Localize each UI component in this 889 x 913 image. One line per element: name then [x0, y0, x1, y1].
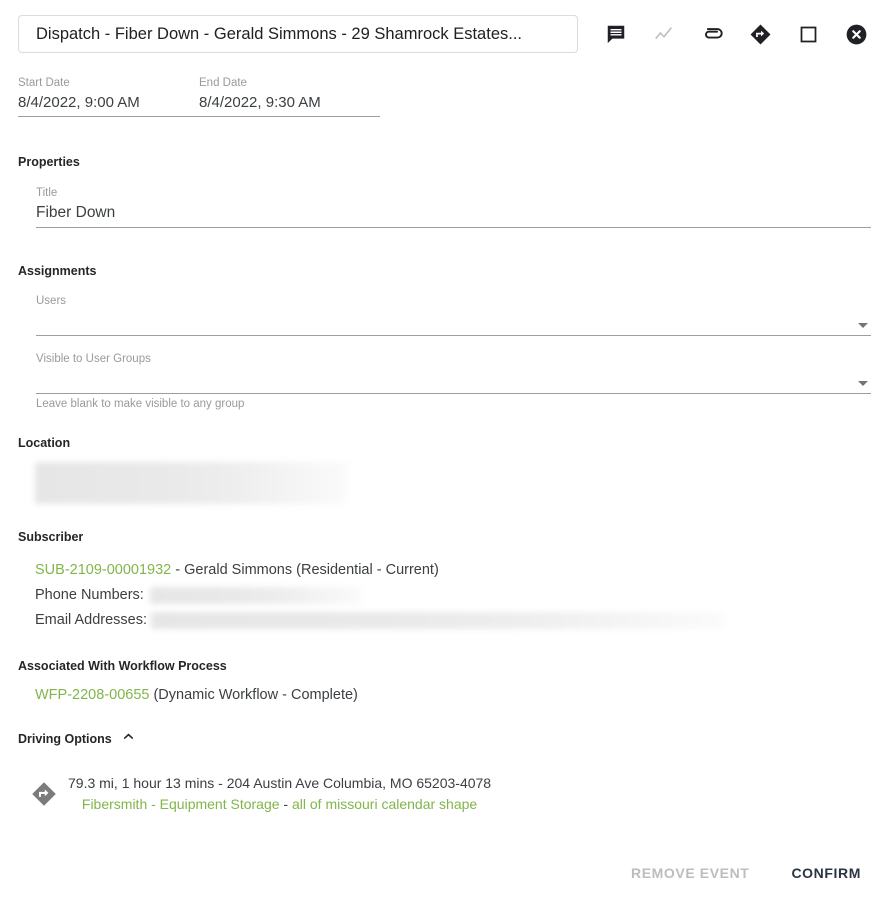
workflow-id-link[interactable]: WFP-2208-00655: [35, 687, 149, 703]
close-icon-button[interactable]: [832, 14, 880, 54]
chevron-down-icon[interactable]: [858, 381, 868, 386]
header-action-bar: [592, 14, 880, 54]
subscriber-heading: Subscriber: [18, 530, 84, 544]
turn-right-diamond-icon: [28, 780, 60, 808]
driving-options-heading: Driving Options: [18, 732, 112, 746]
users-select[interactable]: Users: [36, 294, 871, 336]
route-origin-link[interactable]: Fibersmith - Equipment Storage: [82, 796, 280, 812]
event-title-input[interactable]: Dispatch - Fiber Down - Gerald Simmons -…: [18, 15, 578, 53]
route-shape-link[interactable]: all of missouri calendar shape: [292, 796, 477, 812]
start-date-value: 8/4/2022, 9:00 AM: [18, 94, 140, 111]
subscriber-detail: - Gerald Simmons (Residential - Current): [171, 562, 439, 578]
driving-options-toggle[interactable]: Driving Options: [18, 729, 136, 749]
directions-icon-button[interactable]: [736, 14, 784, 54]
title-field-label: Title: [36, 187, 58, 199]
start-date-field[interactable]: Start Date 8/4/2022, 9:00 AM: [18, 76, 199, 113]
workflow-heading: Associated With Workflow Process: [18, 659, 227, 673]
end-date-field[interactable]: End Date 8/4/2022, 9:30 AM: [199, 76, 380, 113]
route-text: 79.3 mi, 1 hour 13 mins - 204 Austin Ave…: [68, 773, 491, 815]
subscriber-email-row: Email Addresses:: [35, 608, 889, 633]
title-field[interactable]: Title Fiber Down: [36, 186, 871, 228]
subscriber-identity-row: SUB-2109-00001932 - Gerald Simmons (Resi…: [35, 558, 889, 583]
location-section: Location: [0, 436, 889, 504]
subscriber-id-link[interactable]: SUB-2109-00001932: [35, 562, 171, 578]
maximize-icon: [798, 24, 819, 45]
directions-icon: [749, 23, 772, 46]
subscriber-body: SUB-2109-00001932 - Gerald Simmons (Resi…: [35, 558, 889, 633]
date-range-row: Start Date 8/4/2022, 9:00 AM End Date 8/…: [18, 76, 380, 117]
workflow-body: WFP-2208-00655 (Dynamic Workflow - Compl…: [35, 687, 889, 703]
assignments-section: Assignments Users Visible to User Groups…: [0, 264, 889, 410]
attachment-icon-button[interactable]: [688, 14, 736, 54]
subscriber-section: Subscriber SUB-2109-00001932 - Gerald Si…: [0, 530, 889, 633]
route-destination-row: Fibersmith - Equipment Storage - all of …: [68, 794, 491, 815]
workflow-section: Associated With Workflow Process WFP-220…: [0, 659, 889, 703]
user-groups-select[interactable]: Visible to User Groups: [36, 352, 871, 394]
properties-heading: Properties: [18, 155, 80, 169]
remove-event-button[interactable]: REMOVE EVENT: [621, 857, 759, 889]
properties-section: Properties Title Fiber Down: [0, 155, 889, 228]
title-field-value: Fiber Down: [36, 204, 116, 221]
location-heading: Location: [18, 436, 71, 450]
dialog-header: Dispatch - Fiber Down - Gerald Simmons -…: [0, 0, 889, 54]
location-value-redacted: [35, 462, 347, 504]
confirm-button[interactable]: CONFIRM: [781, 857, 871, 889]
dialog-footer: REMOVE EVENT CONFIRM: [621, 857, 871, 889]
workflow-detail: (Dynamic Workflow - Complete): [149, 687, 358, 703]
attachment-icon: [701, 23, 723, 45]
route-row: 79.3 mi, 1 hour 13 mins - 204 Austin Ave…: [28, 773, 889, 815]
route-separator: -: [279, 796, 292, 812]
comments-icon: [605, 23, 627, 45]
end-date-value: 8/4/2022, 9:30 AM: [199, 94, 321, 111]
activity-icon: [653, 23, 675, 45]
subscriber-phone-row: Phone Numbers:: [35, 583, 889, 608]
comments-icon-button[interactable]: [592, 14, 640, 54]
route-summary: 79.3 mi, 1 hour 13 mins - 204 Austin Ave…: [68, 775, 492, 791]
phone-numbers-label: Phone Numbers:: [35, 587, 144, 603]
email-addresses-redacted: [151, 612, 725, 629]
start-date-label: Start Date: [18, 77, 70, 89]
chevron-down-icon[interactable]: [858, 323, 868, 328]
email-addresses-label: Email Addresses:: [35, 612, 148, 628]
chevron-up-icon[interactable]: [121, 729, 136, 749]
assignments-heading: Assignments: [18, 264, 97, 278]
user-groups-label: Visible to User Groups: [36, 353, 151, 365]
driving-options-section: Driving Options 79.3 mi, 1 hour 13 mins …: [0, 729, 889, 815]
close-icon: [845, 23, 868, 46]
end-date-label: End Date: [199, 77, 247, 89]
phone-numbers-redacted: [149, 587, 362, 604]
activity-icon-button[interactable]: [640, 14, 688, 54]
maximize-icon-button[interactable]: [784, 14, 832, 54]
user-groups-helper: Leave blank to make visible to any group: [36, 398, 245, 410]
users-label: Users: [36, 295, 67, 307]
